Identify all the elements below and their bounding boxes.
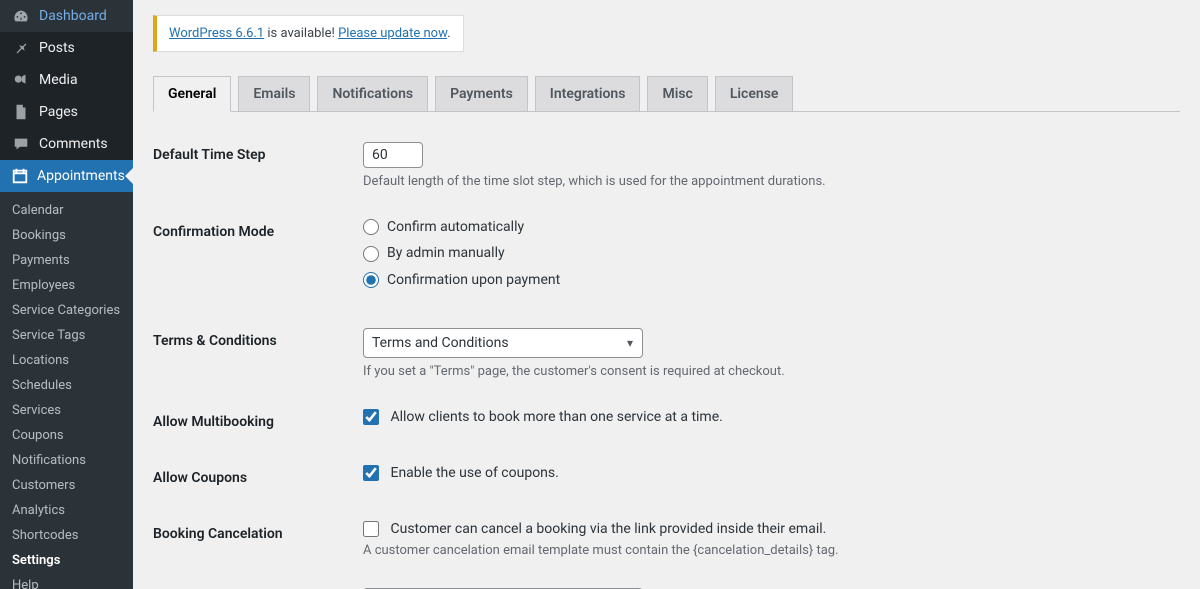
cancelation-text: Customer can cancel a booking via the li… — [390, 521, 826, 537]
submenu-item-label: Notifications — [12, 453, 86, 468]
tab-integrations[interactable]: Integrations — [535, 76, 641, 111]
field-label-multibooking: Allow Multibooking — [153, 394, 353, 450]
confirmation-option-label: Confirmation upon payment — [387, 272, 560, 288]
confirmation-radio[interactable] — [363, 219, 379, 235]
terms-description: If you set a "Terms" page, the customer'… — [363, 364, 1170, 379]
submenu-item-payments[interactable]: Payments — [0, 248, 133, 273]
confirmation-radio[interactable] — [363, 272, 379, 288]
submenu-item-label: Employees — [12, 278, 75, 293]
admin-sidebar: Dashboard Posts Media Pages Comments App… — [0, 0, 133, 589]
submenu-item-label: Help — [12, 578, 39, 589]
time-step-input[interactable] — [363, 142, 423, 168]
confirmation-option[interactable]: Confirm automatically — [363, 219, 1170, 235]
coupons-label[interactable]: Enable the use of coupons. — [363, 465, 559, 481]
coupons-checkbox[interactable] — [363, 465, 379, 481]
field-label-confirmation-mode: Confirmation Mode — [153, 204, 353, 313]
tab-general[interactable]: General — [153, 76, 231, 112]
submenu-item-label: Analytics — [12, 503, 65, 518]
submenu-item-schedules[interactable]: Schedules — [0, 373, 133, 398]
notice-end: . — [447, 26, 450, 41]
field-label-terms: Terms & Conditions — [153, 313, 353, 394]
submenu-item-service-tags[interactable]: Service Tags — [0, 323, 133, 348]
terms-select[interactable]: Terms and Conditions — [363, 328, 643, 358]
sidebar-item-posts[interactable]: Posts — [0, 32, 133, 64]
submenu-item-label: Bookings — [12, 228, 66, 243]
submenu-item-services[interactable]: Services — [0, 398, 133, 423]
sidebar-item-pages[interactable]: Pages — [0, 96, 133, 128]
settings-form: Default Time Step Default length of the … — [153, 127, 1180, 589]
multibooking-text: Allow clients to book more than one serv… — [390, 409, 722, 425]
sidebar-item-label: Dashboard — [39, 8, 107, 24]
comments-icon — [11, 135, 31, 153]
update-notice: WordPress 6.6.1 is available! Please upd… — [153, 15, 464, 52]
tab-emails[interactable]: Emails — [238, 76, 310, 111]
field-label-time-step: Default Time Step — [153, 127, 353, 204]
tab-license[interactable]: License — [715, 76, 794, 111]
coupons-text: Enable the use of coupons. — [390, 465, 558, 481]
confirmation-option-label: Confirm automatically — [387, 219, 524, 235]
submenu-item-label: Settings — [12, 553, 60, 568]
submenu-item-service-categories[interactable]: Service Categories — [0, 298, 133, 323]
field-label-cancelation-page: Booking Cancelation Page — [153, 573, 353, 589]
submenu-item-label: Customers — [12, 478, 75, 493]
submenu-item-label: Schedules — [12, 378, 72, 393]
sidebar-item-media[interactable]: Media — [0, 64, 133, 96]
submenu-item-label: Service Categories — [12, 303, 120, 318]
submenu-item-calendar[interactable]: Calendar — [0, 198, 133, 223]
submenu-item-employees[interactable]: Employees — [0, 273, 133, 298]
submenu-item-help[interactable]: Help — [0, 573, 133, 589]
sidebar-item-appointments[interactable]: Appointments — [0, 160, 133, 192]
cancelation-description: A customer cancelation email template mu… — [363, 543, 1170, 558]
time-step-description: Default length of the time slot step, wh… — [363, 174, 1170, 189]
field-label-cancelation: Booking Cancelation — [153, 506, 353, 573]
confirmation-option[interactable]: Confirmation upon payment — [363, 272, 1170, 288]
submenu-item-shortcodes[interactable]: Shortcodes — [0, 523, 133, 548]
wordpress-version-link[interactable]: WordPress 6.6.1 — [169, 26, 264, 41]
submenu-item-label: Services — [12, 403, 61, 418]
tab-notifications[interactable]: Notifications — [317, 76, 428, 111]
media-icon — [11, 71, 31, 89]
submenu-item-label: Calendar — [12, 203, 64, 218]
submenu-item-settings[interactable]: Settings — [0, 548, 133, 573]
submenu-item-label: Payments — [12, 253, 70, 268]
sidebar-item-label: Media — [39, 72, 78, 88]
settings-tabs: GeneralEmailsNotificationsPaymentsIntegr… — [153, 67, 1180, 112]
dashboard-icon — [11, 7, 31, 25]
submenu-item-coupons[interactable]: Coupons — [0, 423, 133, 448]
submenu-item-label: Shortcodes — [12, 528, 78, 543]
multibooking-label[interactable]: Allow clients to book more than one serv… — [363, 409, 723, 425]
update-now-link[interactable]: Please update now — [338, 26, 447, 41]
notice-text: is available! — [264, 26, 338, 41]
field-label-coupons: Allow Coupons — [153, 450, 353, 506]
pages-icon — [11, 103, 31, 121]
sidebar-item-label: Posts — [39, 40, 75, 56]
submenu-item-label: Service Tags — [12, 328, 85, 343]
multibooking-checkbox[interactable] — [363, 409, 379, 425]
confirmation-radio-group: Confirm automatically By admin manually Co… — [363, 219, 1170, 288]
sidebar-item-dashboard[interactable]: Dashboard — [0, 0, 133, 32]
main-content: WordPress 6.6.1 is available! Please upd… — [133, 0, 1200, 589]
cancelation-checkbox[interactable] — [363, 521, 379, 537]
sidebar-item-label: Comments — [39, 136, 108, 152]
confirmation-radio[interactable] — [363, 246, 379, 262]
tab-misc[interactable]: Misc — [647, 76, 707, 111]
pushpin-icon — [11, 39, 31, 57]
submenu-item-locations[interactable]: Locations — [0, 348, 133, 373]
submenu-item-analytics[interactable]: Analytics — [0, 498, 133, 523]
sidebar-item-comments[interactable]: Comments — [0, 128, 133, 160]
calendar-icon — [11, 167, 29, 185]
cancelation-label[interactable]: Customer can cancel a booking via the li… — [363, 521, 826, 537]
sidebar-item-label: Pages — [39, 104, 78, 120]
sidebar-submenu: Calendar Bookings Payments Employees Service… — [0, 192, 133, 589]
confirmation-option-label: By admin manually — [387, 245, 505, 261]
submenu-item-bookings[interactable]: Bookings — [0, 223, 133, 248]
sidebar-item-label: Appointments — [37, 168, 125, 184]
submenu-item-notifications[interactable]: Notifications — [0, 448, 133, 473]
confirmation-option[interactable]: By admin manually — [363, 245, 1170, 261]
submenu-item-label: Coupons — [12, 428, 64, 443]
tab-payments[interactable]: Payments — [435, 76, 528, 111]
submenu-item-label: Locations — [12, 353, 69, 368]
submenu-item-customers[interactable]: Customers — [0, 473, 133, 498]
